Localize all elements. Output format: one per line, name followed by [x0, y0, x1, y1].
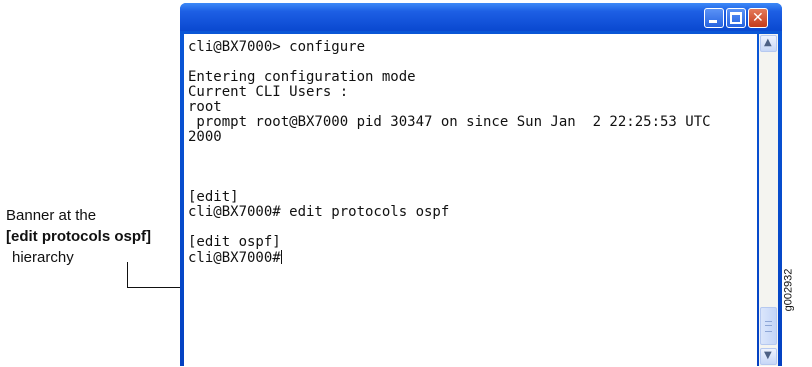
vertical-scrollbar[interactable]: ▲ ▼	[759, 34, 778, 366]
close-icon: ✕	[752, 10, 764, 26]
callout-line-2: [edit protocols ospf]	[6, 226, 176, 247]
terminal-line-session-1: prompt root@BX7000 pid 30347 on since Su…	[188, 114, 711, 130]
terminal-line-configure: cli@BX7000> configure	[188, 39, 366, 55]
terminal-line-banner-edit-ospf: [edit ospf]	[188, 234, 281, 250]
terminal-window: ✕ cli@BX7000> configure Entering configu…	[180, 3, 782, 366]
terminal-line-users-heading: Current CLI Users :	[188, 84, 349, 100]
callout-leader-horizontal	[127, 287, 182, 288]
terminal-line-prompt: cli@BX7000#	[188, 250, 281, 266]
grip-icon	[765, 321, 772, 332]
text-cursor	[280, 250, 282, 264]
close-button[interactable]: ✕	[748, 8, 768, 28]
callout-hierarchy-name: edit protocols ospf	[11, 228, 146, 245]
terminal-line-edit-ospf-command: cli@BX7000# edit protocols ospf	[188, 204, 450, 220]
figure-id-label: g002932	[782, 268, 795, 312]
scroll-thumb[interactable]	[760, 307, 777, 345]
terminal-line-session-2: 2000	[188, 129, 222, 145]
terminal-line-entering: Entering configuration mode	[188, 69, 416, 85]
callout-close-bracket: ]	[146, 228, 151, 245]
callout-line-1: Banner at the	[6, 207, 97, 224]
callout-line-3: hierarchy	[12, 249, 74, 266]
terminal-text: cli@BX7000> configure Entering configura…	[188, 40, 711, 266]
banner-callout: Banner at the [edit protocols ospf] hier…	[6, 205, 176, 268]
minimize-icon	[709, 20, 717, 23]
scroll-up-arrow-icon: ▲	[764, 37, 772, 48]
scroll-up-button[interactable]: ▲	[760, 35, 777, 52]
terminal-output[interactable]: cli@BX7000> configure Entering configura…	[184, 34, 757, 366]
figure-id: g002932	[781, 262, 811, 322]
title-bar[interactable]: ✕	[180, 3, 782, 31]
maximize-button[interactable]	[726, 8, 746, 28]
scroll-down-arrow-icon: ▼	[764, 350, 772, 361]
scroll-down-button[interactable]: ▼	[760, 348, 777, 365]
minimize-button[interactable]	[704, 8, 724, 28]
maximize-icon	[730, 12, 742, 24]
terminal-line-banner-edit: [edit]	[188, 189, 239, 205]
callout-leader-vertical	[127, 262, 128, 287]
terminal-line-user: root	[188, 99, 222, 115]
